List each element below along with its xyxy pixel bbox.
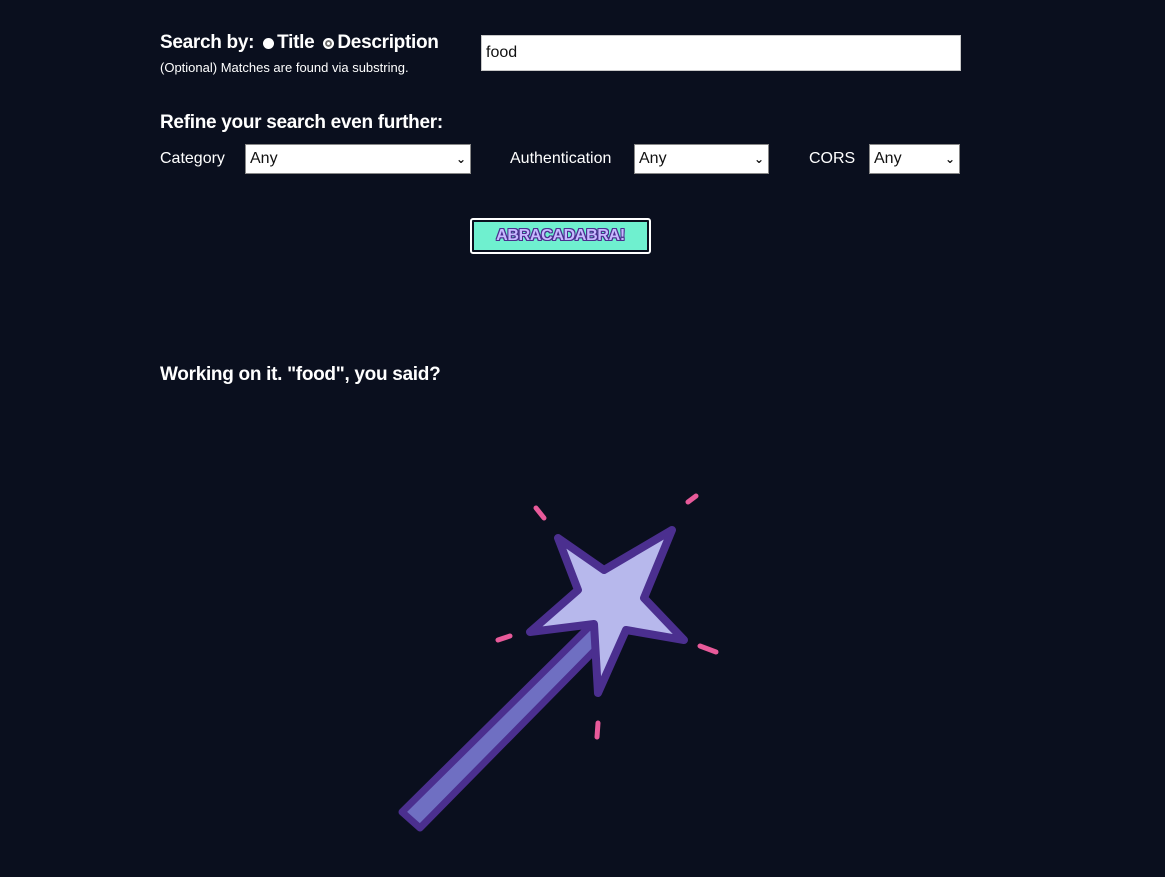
wand-stick	[398, 622, 609, 832]
status-message: Working on it. "food", you said?	[160, 364, 441, 385]
search-by-label: Search by:	[160, 32, 255, 53]
category-label: Category	[160, 150, 225, 167]
category-select-value: Any	[250, 150, 278, 167]
refine-heading: Refine your search even further:	[160, 112, 443, 133]
radio-description-label[interactable]: Description	[337, 32, 439, 54]
search-input[interactable]	[481, 35, 961, 71]
cors-label: CORS	[809, 150, 856, 167]
authentication-select-value: Any	[639, 150, 667, 167]
magic-wand-icon	[398, 493, 719, 832]
page: Search by: Title Description (Optional) …	[0, 0, 1165, 877]
cors-select[interactable]: Any ⌄	[869, 144, 960, 174]
search-by-row: Search by: Title Description	[160, 32, 439, 54]
radio-title-label[interactable]: Title	[277, 32, 315, 54]
authentication-label: Authentication	[510, 150, 612, 167]
search-hint: (Optional) Matches are found via substri…	[160, 60, 409, 75]
authentication-select[interactable]: Any ⌄	[634, 144, 769, 174]
chevron-down-icon: ⌄	[944, 152, 955, 166]
abracadabra-button[interactable]: ABRACADABRA!	[470, 218, 651, 254]
radio-title[interactable]	[263, 37, 275, 49]
chevron-down-icon: ⌄	[455, 152, 466, 166]
category-select[interactable]: Any ⌄	[245, 144, 471, 174]
chevron-down-icon: ⌄	[753, 152, 764, 166]
cors-select-value: Any	[874, 150, 902, 167]
radio-description[interactable]	[323, 37, 335, 49]
